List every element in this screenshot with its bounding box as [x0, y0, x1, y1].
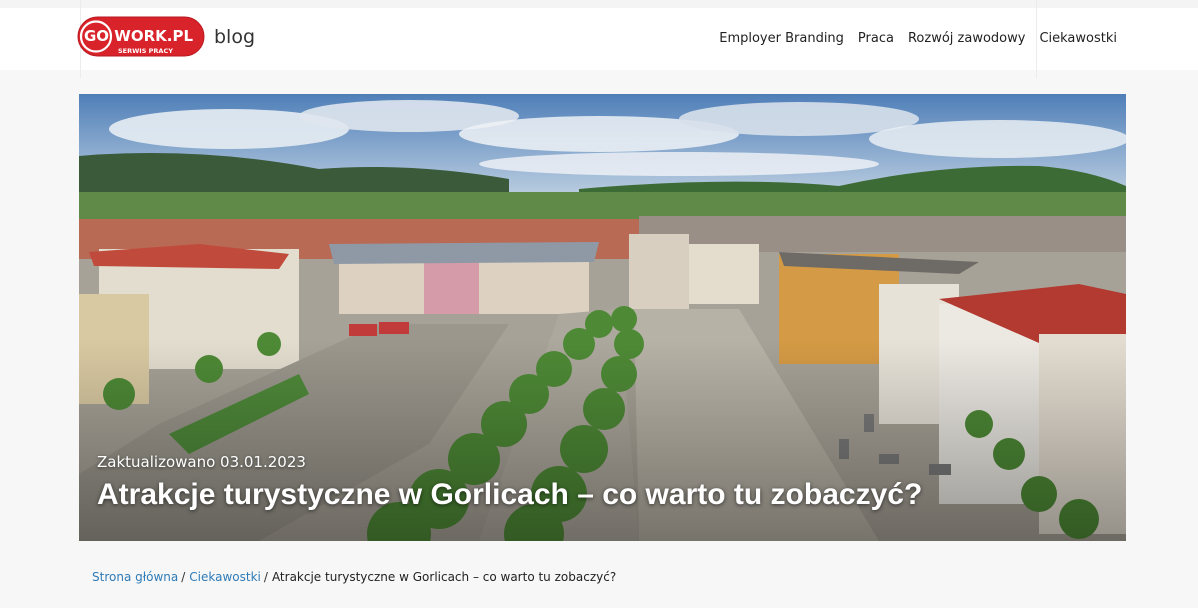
updated-date: Zaktualizowano 03.01.2023 — [97, 453, 306, 471]
hero-town-photo — [79, 94, 1126, 541]
logo-text: GO WORK.PL — [84, 27, 193, 45]
logo-subtext: SERWIS PRACY — [118, 47, 173, 55]
breadcrumb-separator: / — [263, 570, 268, 584]
hero-banner: Zaktualizowano 03.01.2023 Atrakcje turys… — [79, 94, 1126, 541]
breadcrumb-home-link[interactable]: Strona główna — [92, 570, 178, 584]
nav-employer-branding[interactable]: Employer Branding — [719, 31, 844, 47]
nav-rozwoj-zawodowy[interactable]: Rozwój zawodowy — [908, 31, 1025, 47]
article-title: Atrakcje turystyczne w Gorlicach – co wa… — [97, 478, 923, 511]
main-nav: Employer Branding Praca Rozwój zawodowy … — [719, 31, 1117, 47]
nav-ciekawostki[interactable]: Ciekawostki — [1039, 31, 1117, 47]
breadcrumb-separator: / — [181, 570, 186, 584]
blog-label[interactable]: blog — [214, 26, 255, 48]
goworkpl-logo[interactable]: GO WORK.PL SERWIS PRACY — [77, 16, 205, 57]
breadcrumb-current: Atrakcje turystyczne w Gorlicach – co wa… — [271, 570, 617, 584]
top-strip — [0, 0, 1198, 8]
breadcrumb: Strona główna / Ciekawostki / Atrakcje turys… — [92, 570, 616, 585]
breadcrumb-category-link[interactable]: Ciekawostki — [189, 570, 261, 584]
nav-praca[interactable]: Praca — [858, 31, 894, 47]
